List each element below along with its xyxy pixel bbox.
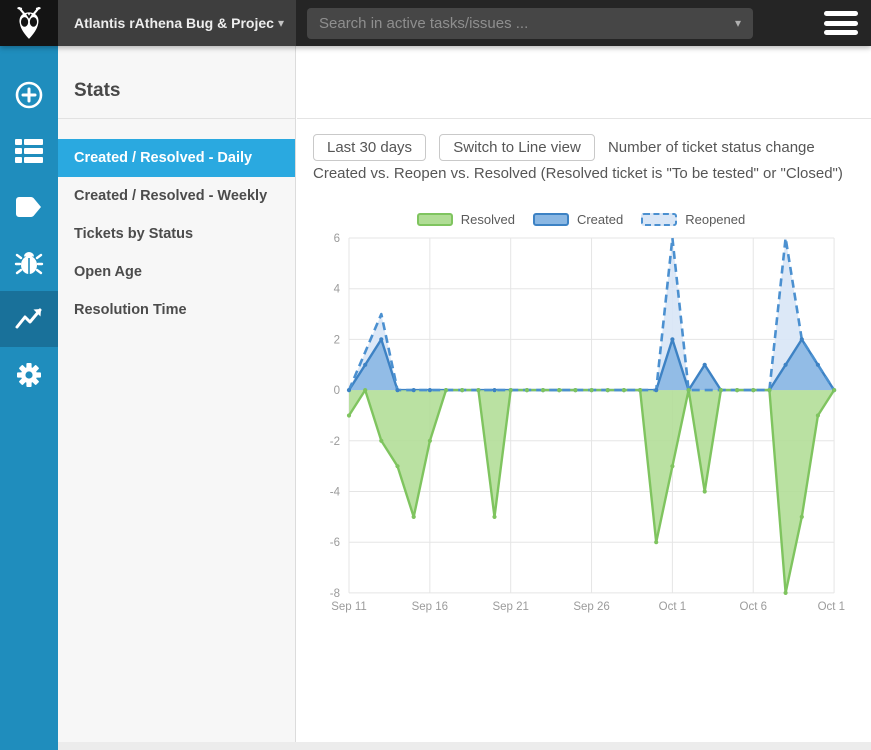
rail-item-tags[interactable] <box>0 179 58 235</box>
y-tick-label: 4 <box>334 284 341 296</box>
stats-sidebar: Stats Created / Resolved - DailyCreated … <box>58 46 296 742</box>
search-input[interactable] <box>307 8 753 39</box>
chevron-down-icon: ▾ <box>274 16 296 30</box>
hamburger-icon <box>824 21 858 26</box>
legend-label: Created <box>577 212 623 227</box>
x-tick-label: Oct 1 <box>659 601 686 613</box>
x-tick-label: Sep 21 <box>492 601 528 613</box>
sidebar-header: Stats <box>58 46 295 119</box>
x-tick-label: Sep 11 <box>331 601 367 613</box>
x-tick-label: Oct 11 <box>818 601 845 613</box>
x-tick-label: Sep 16 <box>412 601 448 613</box>
x-tick-label: Sep 26 <box>573 601 609 613</box>
bug-icon <box>14 248 44 278</box>
menu-button[interactable] <box>824 11 858 35</box>
list-icon <box>14 138 44 164</box>
search-bar: ▾ <box>307 8 753 39</box>
add-icon <box>14 80 44 110</box>
legend-label: Resolved <box>461 212 515 227</box>
sidebar-item-created-resolved-daily[interactable]: Created / Resolved - Daily <box>58 139 295 177</box>
x-tick-label: Oct 6 <box>740 601 767 613</box>
chart: 6 4 2 0 -2 -4 -6 -8Sep 11 Sep 16 Sep 21 Sep 26 Oct … <box>325 230 845 622</box>
legend-swatch-reopened <box>641 213 677 226</box>
hamburger-icon <box>824 30 858 35</box>
legend-label: Reopened <box>685 212 745 227</box>
project-name: Atlantis rAthena Bug & Project <box>58 15 274 31</box>
ant-logo-icon <box>13 5 45 41</box>
sidebar-item-tickets-by-status[interactable]: Tickets by Status <box>58 215 295 253</box>
tag-icon <box>15 195 43 219</box>
app-logo[interactable] <box>0 0 58 46</box>
gear-icon <box>14 360 44 390</box>
bottom-strip <box>58 742 871 750</box>
sidebar-item-resolution-time[interactable]: Resolution Time <box>58 291 295 329</box>
y-tick-label: -2 <box>330 436 340 448</box>
legend-swatch-resolved <box>417 213 453 226</box>
rail-item-add[interactable] <box>0 67 58 123</box>
date-range-button[interactable]: Last 30 days <box>313 134 426 161</box>
main-panel: Last 30 days Switch to Line view Number … <box>297 46 871 742</box>
chart-toolbar: Last 30 days Switch to Line view Number … <box>313 134 853 186</box>
y-tick-label: -4 <box>330 487 341 499</box>
chart-legend: Resolved Created Reopened <box>325 212 845 227</box>
y-tick-label: -8 <box>330 588 340 600</box>
y-tick-label: 6 <box>334 233 340 245</box>
stats-icon <box>14 306 44 332</box>
stats-menu: Created / Resolved - DailyCreated / Reso… <box>58 139 295 329</box>
icon-rail <box>0 46 58 750</box>
legend-item-created: Created <box>533 212 623 227</box>
rail-item-settings[interactable] <box>0 347 58 403</box>
legend-item-reopened: Reopened <box>641 212 745 227</box>
rail-item-list[interactable] <box>0 123 58 179</box>
page-title: Stats <box>74 80 120 102</box>
hamburger-icon <box>824 11 858 16</box>
switch-view-button[interactable]: Switch to Line view <box>439 134 595 161</box>
search-scope-caret-icon[interactable]: ▾ <box>735 16 741 30</box>
project-selector-dropdown[interactable]: Atlantis rAthena Bug & Project ▾ <box>58 0 296 46</box>
sidebar-item-created-resolved-weekly[interactable]: Created / Resolved - Weekly <box>58 177 295 215</box>
sidebar-item-open-age[interactable]: Open Age <box>58 253 295 291</box>
rail-item-bugs[interactable] <box>0 235 58 291</box>
legend-swatch-created <box>533 213 569 226</box>
y-tick-label: -6 <box>330 537 340 549</box>
topbar: Atlantis rAthena Bug & Project ▾ ▾ <box>0 0 871 46</box>
y-tick-label: 2 <box>334 334 340 346</box>
created-resolved-daily-chart: 6 4 2 0 -2 -4 -6 -8Sep 11 Sep 16 Sep 21 Sep 26 Oct … <box>325 230 845 622</box>
main-header <box>297 46 871 119</box>
rail-item-stats[interactable] <box>0 291 58 347</box>
legend-item-resolved: Resolved <box>417 212 515 227</box>
y-tick-label: 0 <box>334 385 340 397</box>
